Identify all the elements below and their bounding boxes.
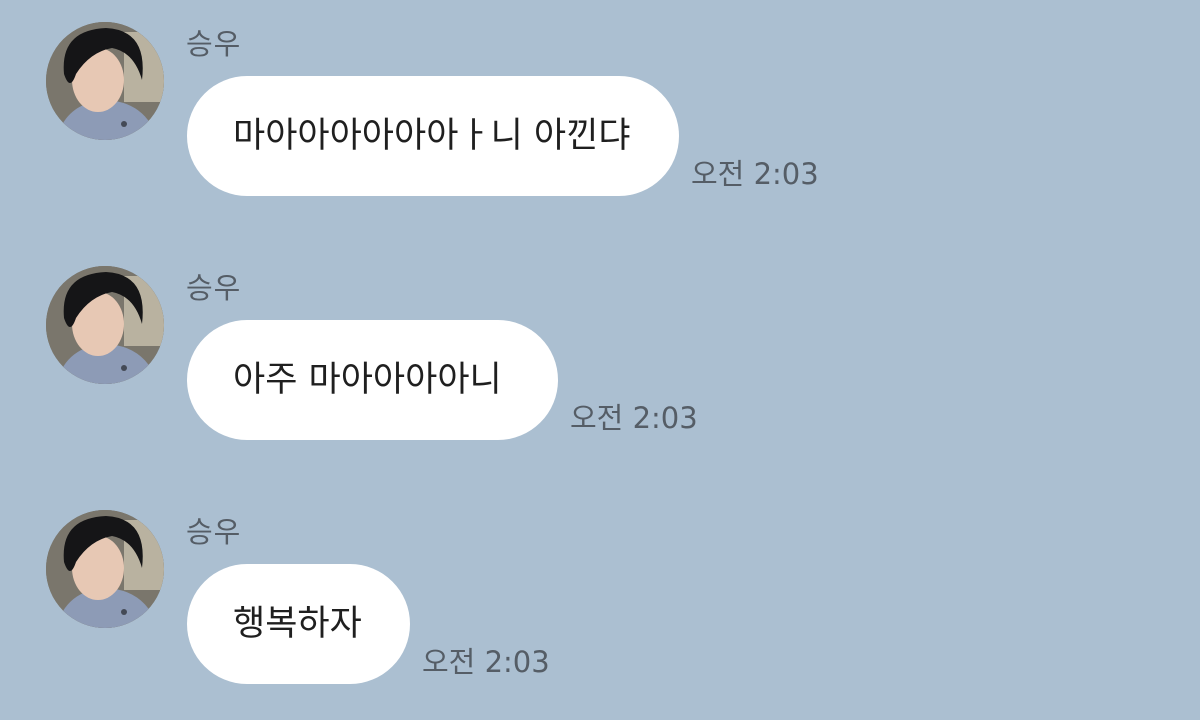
sender-name: 승우 — [186, 515, 242, 549]
chat-message: 승우 마아아아아아아ㅏ니 아낀댜 오전 2:03 — [46, 22, 1146, 222]
message-timestamp: 오전 2:03 — [691, 157, 819, 191]
chat-message: 승우 행복하자 오전 2:03 — [46, 510, 1146, 710]
sender-avatar[interactable] — [46, 22, 164, 140]
message-bubble[interactable]: 아주 마아아아아니 — [187, 320, 558, 440]
sender-avatar[interactable] — [46, 266, 164, 384]
message-timestamp: 오전 2:03 — [422, 645, 550, 679]
message-bubble[interactable]: 마아아아아아아ㅏ니 아낀댜 — [187, 76, 679, 196]
sender-name: 승우 — [186, 27, 242, 61]
profile-photo-icon — [46, 266, 164, 384]
profile-photo-icon — [46, 510, 164, 628]
chat-message-list: 승우 마아아아아아아ㅏ니 아낀댜 오전 2:03 승우 아주 마아아아아니 오전… — [0, 0, 1200, 720]
profile-photo-icon — [46, 22, 164, 140]
sender-avatar[interactable] — [46, 510, 164, 628]
sender-name: 승우 — [186, 271, 242, 305]
chat-message: 승우 아주 마아아아아니 오전 2:03 — [46, 266, 1146, 466]
message-timestamp: 오전 2:03 — [570, 401, 698, 435]
message-bubble[interactable]: 행복하자 — [187, 564, 410, 684]
